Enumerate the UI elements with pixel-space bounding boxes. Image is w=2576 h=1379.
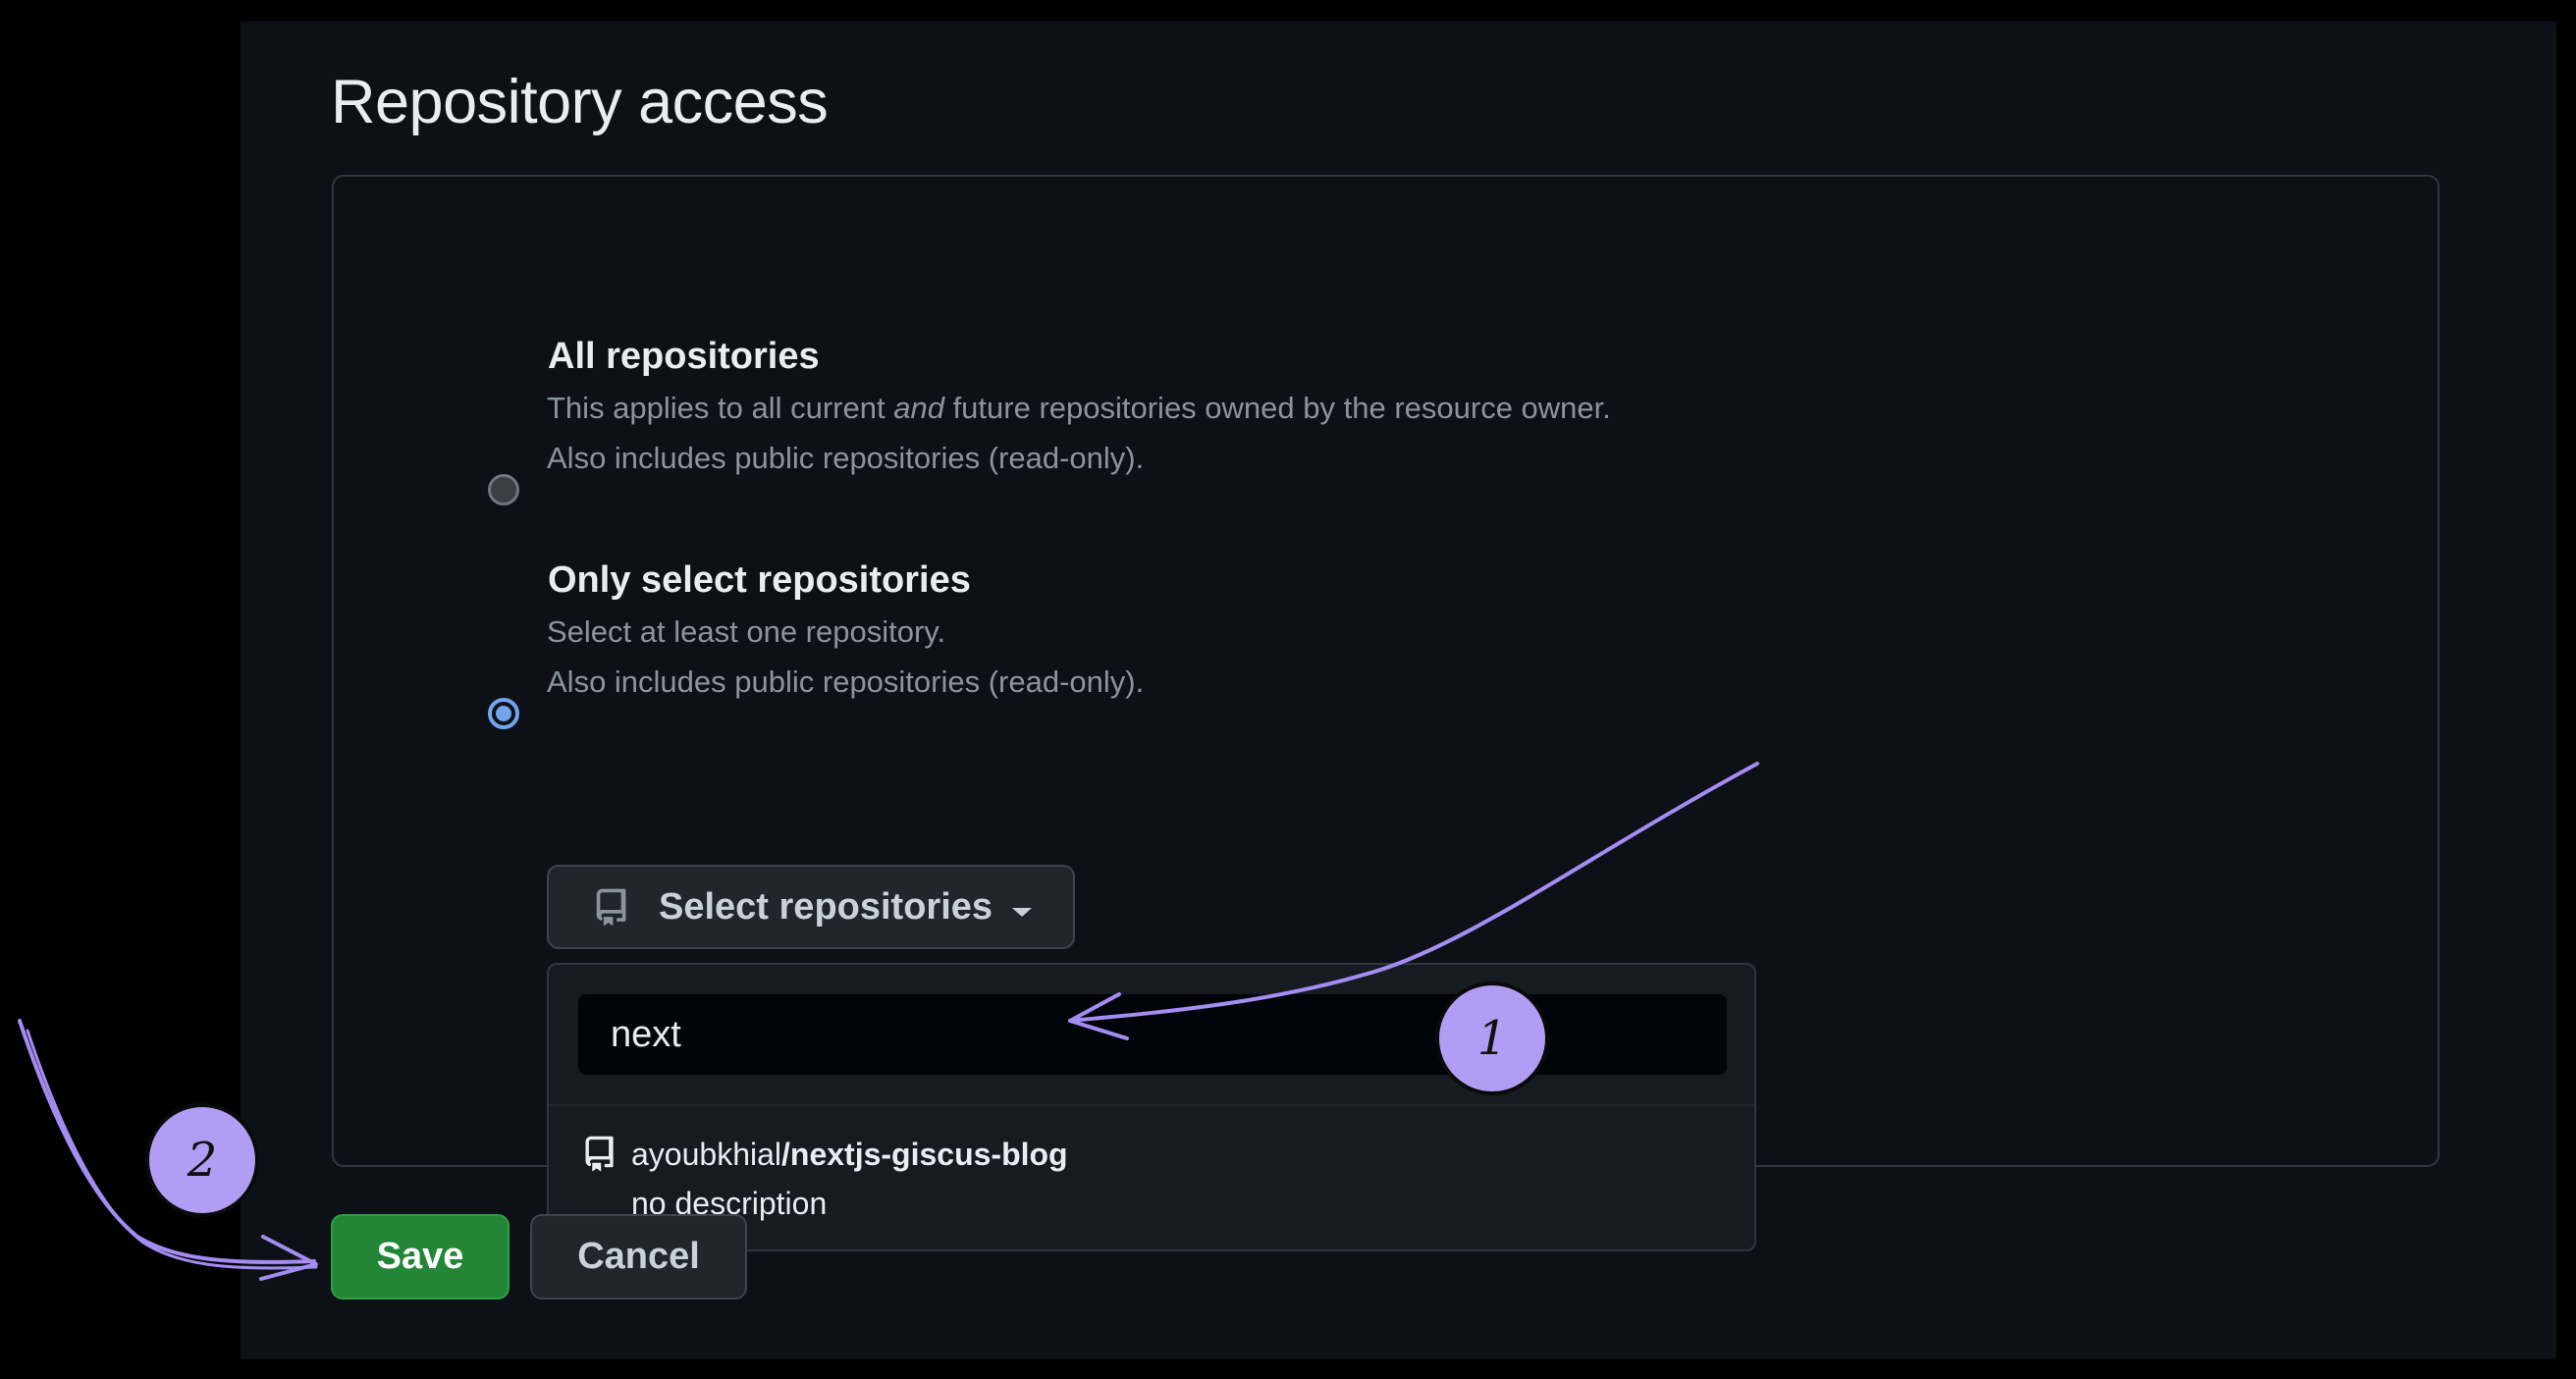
repository-access-panel: All repositories This applies to all cur… (332, 175, 2440, 1251)
page-container: Repository access All repositories This … (241, 22, 2556, 1359)
cancel-button[interactable]: Cancel (530, 1214, 747, 1299)
only-select-repositories-label[interactable]: Only select repositories (548, 559, 971, 602)
all-repositories-description: This applies to all current and future r… (547, 391, 1611, 425)
all-repositories-radio[interactable] (488, 474, 519, 505)
annotation-badge-2: 2 (145, 1103, 259, 1217)
repo-icon (592, 888, 629, 936)
select-repositories-button[interactable]: Select repositories (547, 865, 1075, 949)
select-repositories-label: Select repositories (659, 886, 993, 928)
repository-owner: ayoubkhial (631, 1137, 781, 1172)
only-select-repositories-radio[interactable] (488, 698, 519, 729)
only-select-repositories-note: Also includes public repositories (read-… (547, 664, 1145, 699)
repository-dropdown: ayoubkhial/nextjs-giscus-blog no descrip… (547, 963, 1756, 1251)
all-repositories-label[interactable]: All repositories (548, 336, 820, 378)
only-select-repositories-description: Select at least one repository. (547, 614, 946, 649)
all-repositories-note: Also includes public repositories (read-… (547, 441, 1145, 475)
repository-name: /nextjs-giscus-blog (781, 1137, 1068, 1172)
repository-search-input[interactable] (578, 994, 1727, 1075)
repository-result-name: ayoubkhial/nextjs-giscus-blog (631, 1137, 1068, 1173)
save-button[interactable]: Save (331, 1214, 510, 1299)
page-title: Repository access (331, 68, 829, 136)
caret-down-icon (1012, 908, 1032, 917)
repo-icon (581, 1136, 617, 1182)
annotation-badge-1: 1 (1435, 981, 1549, 1095)
